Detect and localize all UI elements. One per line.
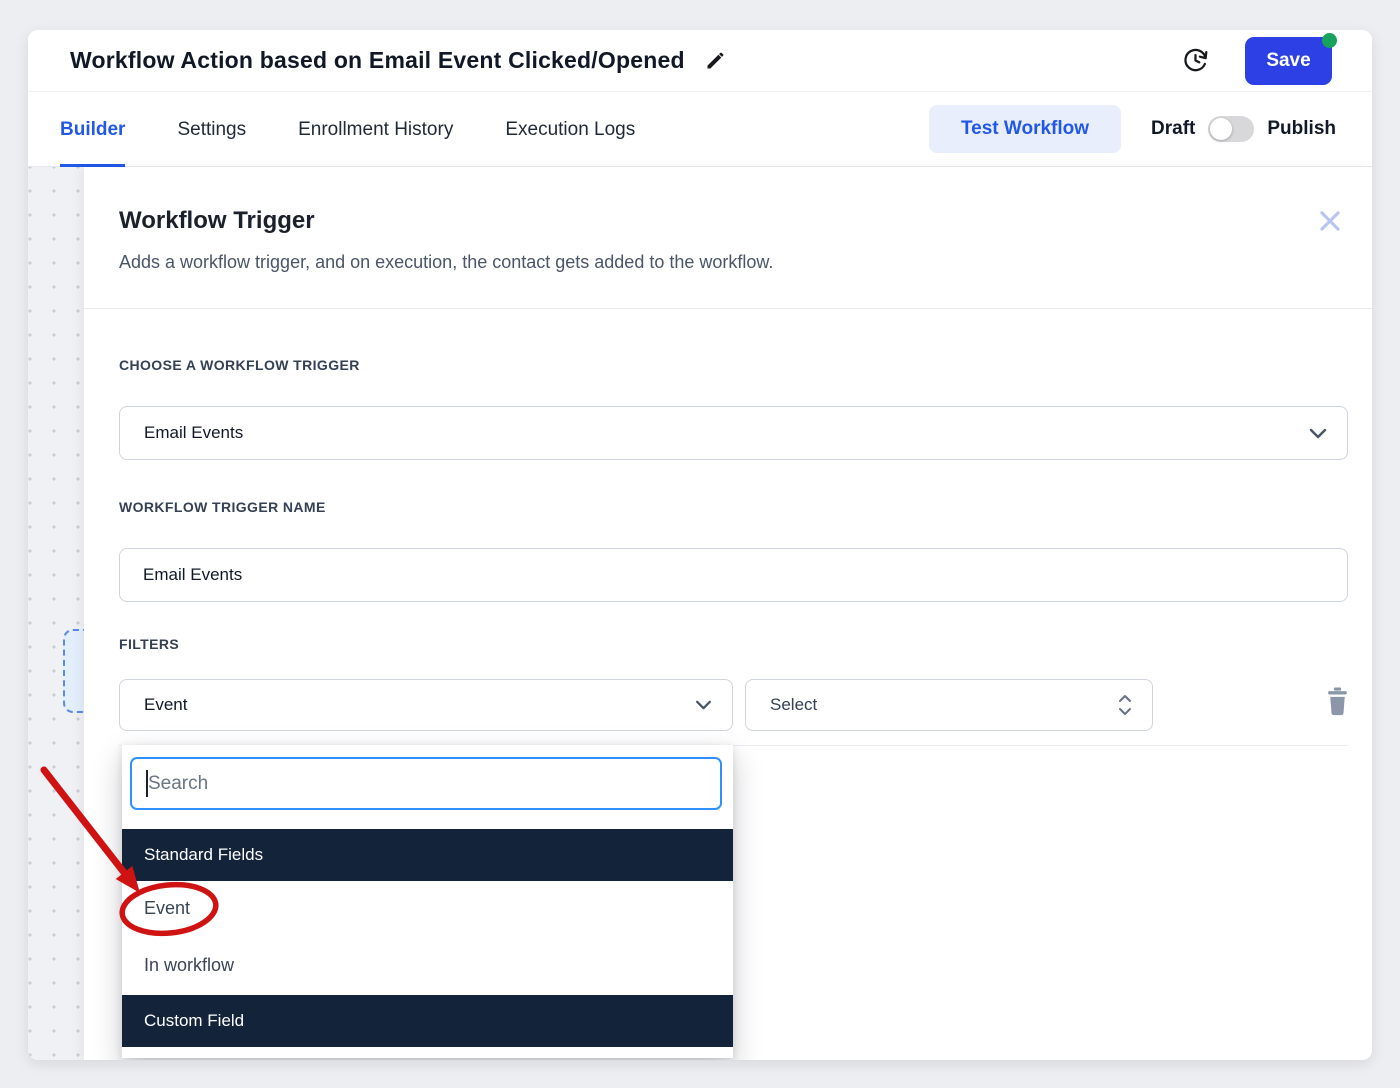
chevron-down-icon (695, 700, 712, 710)
text-cursor (146, 770, 148, 797)
test-workflow-button[interactable]: Test Workflow (929, 105, 1121, 153)
tab-builder[interactable]: Builder (60, 92, 125, 167)
panel-description: Adds a workflow trigger, and on executio… (119, 252, 773, 273)
dropdown-item-event[interactable]: Event (122, 881, 733, 935)
tab-bar-controls: Test Workflow Draft Publish (929, 105, 1336, 153)
filter-value-select[interactable]: Select (745, 679, 1153, 731)
publish-toggle[interactable] (1208, 116, 1254, 142)
panel-title: Workflow Trigger (119, 207, 315, 235)
trigger-name-input[interactable] (119, 548, 1348, 602)
choose-trigger-label: CHOOSE A WORKFLOW TRIGGER (119, 357, 360, 373)
publish-label: Publish (1267, 118, 1336, 140)
edit-title-button[interactable] (705, 51, 725, 71)
history-button[interactable] (1182, 47, 1209, 74)
tab-settings[interactable]: Settings (177, 92, 246, 167)
close-panel-button[interactable] (1316, 207, 1344, 235)
pencil-icon (705, 51, 725, 71)
trigger-name-label: WORKFLOW TRIGGER NAME (119, 499, 326, 515)
draft-label: Draft (1151, 118, 1195, 140)
history-clock-icon (1182, 47, 1209, 74)
filters-label: FILTERS (119, 636, 179, 652)
divider (84, 308, 1372, 309)
dropdown-group-standard-fields: Standard Fields (122, 829, 733, 881)
trash-icon (1325, 687, 1350, 716)
unsaved-changes-badge (1322, 33, 1337, 48)
filter-field-value: Event (120, 695, 187, 715)
trigger-type-value: Email Events (120, 423, 243, 443)
filter-value-placeholder: Select (746, 695, 817, 715)
tab-execution-logs[interactable]: Execution Logs (505, 92, 635, 167)
page-title: Workflow Action based on Email Event Cli… (70, 47, 685, 74)
dropdown-item-in-workflow[interactable]: In workflow (122, 935, 733, 995)
tab-enrollment-history[interactable]: Enrollment History (298, 92, 453, 167)
workflow-trigger-panel: Workflow Trigger Adds a workflow trigger… (84, 167, 1372, 1060)
workflow-canvas (28, 167, 84, 1060)
filter-field-dropdown: Standard Fields Event In workflow Custom… (122, 745, 733, 1058)
dropdown-group-custom-field: Custom Field (122, 995, 733, 1047)
chevron-down-icon (1309, 428, 1327, 439)
tab-bar: Builder Settings Enrollment History Exec… (28, 92, 1372, 167)
close-icon (1316, 207, 1344, 235)
chevron-up-down-icon (1118, 694, 1132, 716)
publish-toggle-knob (1210, 118, 1232, 140)
search-input[interactable] (130, 757, 722, 810)
delete-filter-button[interactable] (1325, 687, 1350, 721)
app-window: Workflow Action based on Email Event Cli… (28, 30, 1372, 1060)
dropdown-search (130, 757, 722, 810)
save-button[interactable]: Save (1245, 37, 1332, 85)
filter-field-select[interactable]: Event (119, 679, 733, 731)
title-actions: Save (1182, 37, 1332, 85)
save-button-label: Save (1266, 50, 1310, 71)
title-bar: Workflow Action based on Email Event Cli… (28, 30, 1372, 92)
trigger-type-select[interactable]: Email Events (119, 406, 1348, 460)
